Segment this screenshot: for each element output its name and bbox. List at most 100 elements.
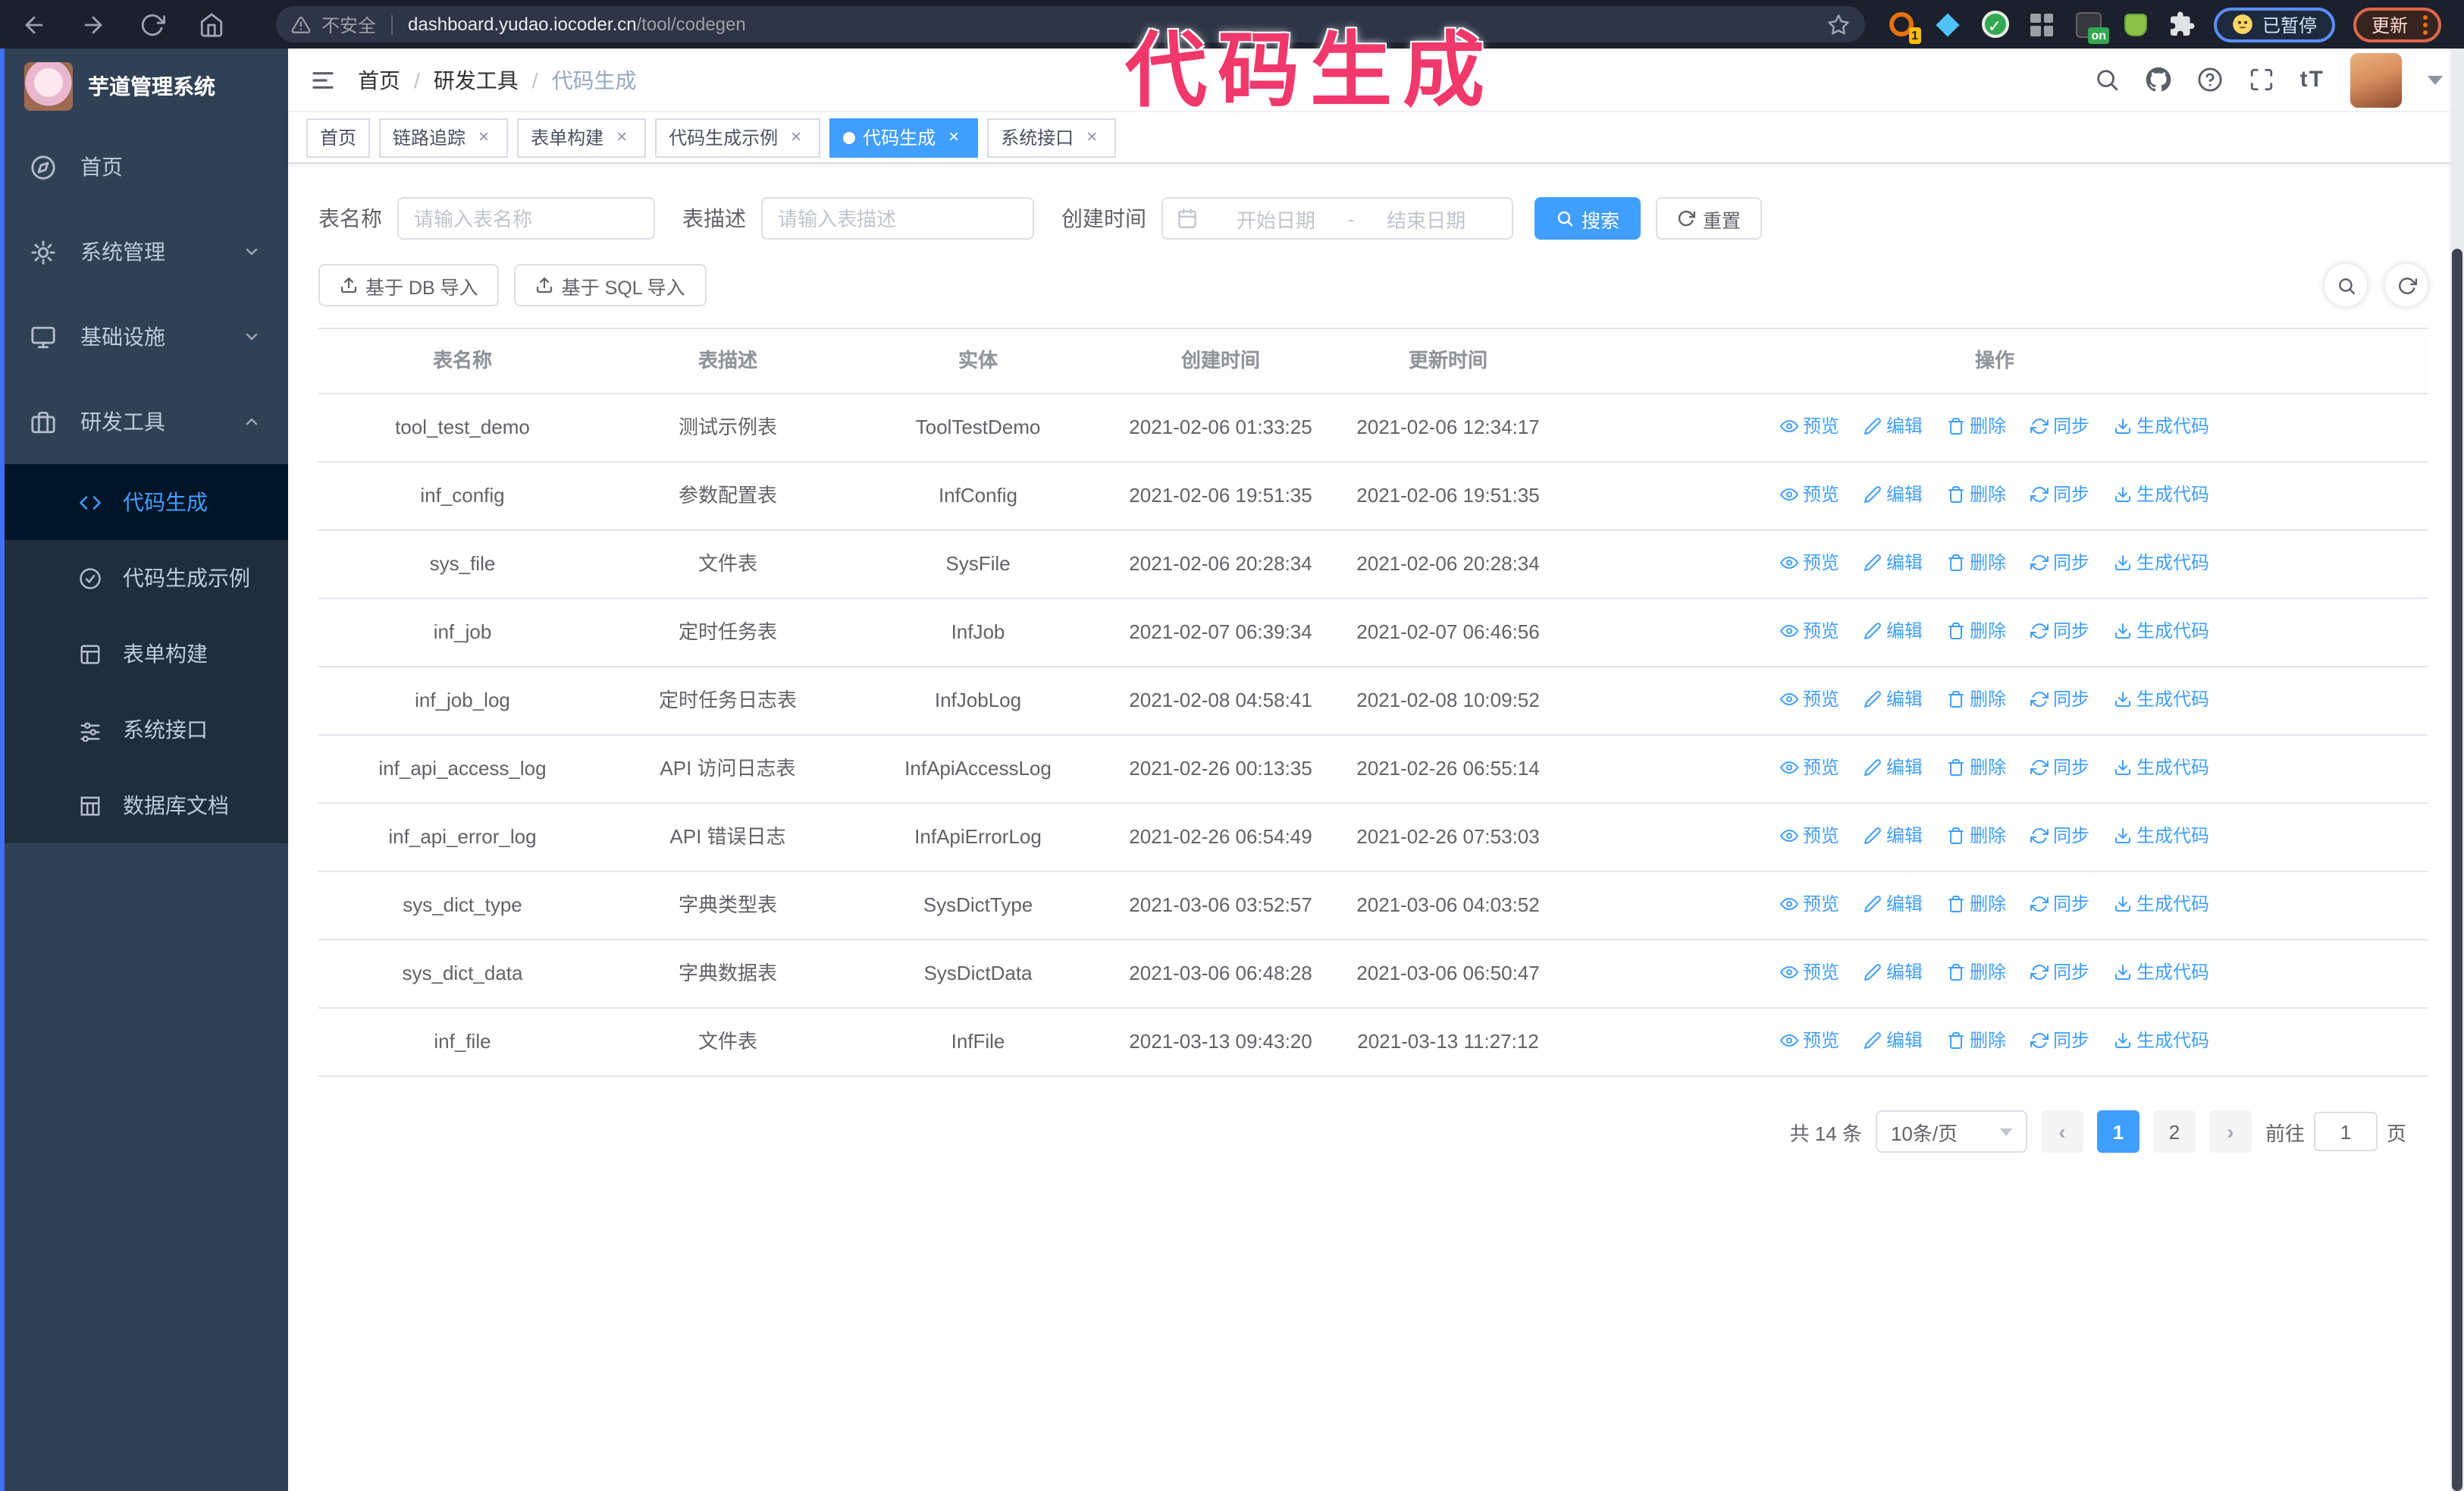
table-desc-input[interactable] xyxy=(761,197,1034,240)
tab-home[interactable]: 首页 xyxy=(306,118,371,157)
tab-system-api[interactable]: 系统接口 × xyxy=(987,118,1117,157)
action-generate[interactable]: 生成代码 xyxy=(2114,617,2209,645)
next-page-button[interactable]: › xyxy=(2209,1110,2252,1153)
avatar[interactable] xyxy=(2350,52,2402,107)
action-generate[interactable]: 生成代码 xyxy=(2114,413,2209,440)
page-button-2[interactable]: 2 xyxy=(2152,1110,2196,1153)
action-edit[interactable]: 编辑 xyxy=(1864,890,1923,918)
action-sync[interactable]: 同步 xyxy=(2030,754,2089,781)
action-edit[interactable]: 编辑 xyxy=(1864,1027,1923,1054)
tab-codegen[interactable]: 代码生成 × xyxy=(829,118,979,157)
action-preview[interactable]: 预览 xyxy=(1779,617,1839,645)
action-sync[interactable]: 同步 xyxy=(2030,959,2089,986)
action-sync[interactable]: 同步 xyxy=(2030,686,2089,713)
action-edit[interactable]: 编辑 xyxy=(1864,686,1923,713)
extension-switch-icon[interactable]: on xyxy=(2074,10,2109,43)
sidebar-item-dev-tools[interactable]: 研发工具 xyxy=(0,379,288,464)
action-preview[interactable]: 预览 xyxy=(1779,754,1839,781)
action-preview[interactable]: 预览 xyxy=(1779,822,1839,849)
scrollbar-thumb[interactable] xyxy=(2452,249,2462,1491)
action-sync[interactable]: 同步 xyxy=(2030,413,2089,440)
browser-update-button[interactable]: 更新 xyxy=(2353,7,2442,42)
security-label[interactable]: 不安全 xyxy=(321,11,376,37)
action-delete[interactable]: 删除 xyxy=(1947,481,2006,508)
close-icon[interactable]: × xyxy=(1081,126,1102,148)
action-edit[interactable]: 编辑 xyxy=(1864,481,1923,508)
action-edit[interactable]: 编辑 xyxy=(1864,754,1923,781)
extension-orange-icon[interactable]: 1 xyxy=(1886,10,1921,43)
action-delete[interactable]: 删除 xyxy=(1947,617,2006,645)
action-sync[interactable]: 同步 xyxy=(2030,890,2089,918)
home-icon[interactable] xyxy=(199,11,224,37)
sidebar-item-db-doc[interactable]: 数据库文档 xyxy=(0,767,288,843)
hamburger-icon[interactable] xyxy=(309,67,337,92)
action-sync[interactable]: 同步 xyxy=(2030,549,2089,576)
extension-grid-icon[interactable] xyxy=(2027,10,2056,39)
action-preview[interactable]: 预览 xyxy=(1779,686,1839,713)
close-icon[interactable]: × xyxy=(611,126,632,148)
reset-button[interactable]: 重置 xyxy=(1656,197,1763,240)
start-date-field[interactable]: 开始日期 xyxy=(1204,204,1348,233)
sidebar-item-codegen-example[interactable]: 代码生成示例 xyxy=(0,540,288,616)
action-delete[interactable]: 删除 xyxy=(1947,413,2006,440)
back-icon[interactable] xyxy=(21,11,47,37)
action-preview[interactable]: 预览 xyxy=(1779,959,1839,986)
sidebar-item-home[interactable]: 首页 xyxy=(0,124,288,209)
action-generate[interactable]: 生成代码 xyxy=(2114,686,2209,713)
action-delete[interactable]: 删除 xyxy=(1947,1027,2006,1054)
action-generate[interactable]: 生成代码 xyxy=(2114,754,2209,781)
table-name-input[interactable] xyxy=(397,197,655,240)
end-date-field[interactable]: 结束日期 xyxy=(1354,204,1498,233)
browser-menu-icon[interactable] xyxy=(2423,14,2428,34)
sidebar-item-infrastructure[interactable]: 基础设施 xyxy=(0,294,288,379)
action-preview[interactable]: 预览 xyxy=(1779,549,1839,576)
app-logo[interactable]: 芋道管理系统 xyxy=(0,49,288,124)
action-sync[interactable]: 同步 xyxy=(2030,481,2089,508)
bookmark-star-icon[interactable] xyxy=(1827,13,1850,36)
action-generate[interactable]: 生成代码 xyxy=(2114,1027,2209,1054)
address-bar[interactable]: 不安全 dashboard.yudao.iocoder.cn/tool/code… xyxy=(276,6,1865,42)
reload-icon[interactable] xyxy=(140,11,165,37)
action-generate[interactable]: 生成代码 xyxy=(2114,822,2209,849)
action-sync[interactable]: 同步 xyxy=(2030,1027,2089,1054)
tab-form-builder[interactable]: 表单构建 × xyxy=(517,118,647,157)
breadcrumb-home[interactable]: 首页 xyxy=(358,64,400,95)
action-edit[interactable]: 编辑 xyxy=(1864,617,1923,645)
action-delete[interactable]: 删除 xyxy=(1947,549,2006,576)
action-delete[interactable]: 删除 xyxy=(1947,754,2006,781)
action-generate[interactable]: 生成代码 xyxy=(2114,549,2209,576)
action-edit[interactable]: 编辑 xyxy=(1864,413,1923,440)
breadcrumb-dev-tools[interactable]: 研发工具 xyxy=(434,64,519,95)
action-delete[interactable]: 删除 xyxy=(1947,822,2006,849)
page-size-select[interactable]: 10条/页 xyxy=(1875,1110,2027,1153)
action-generate[interactable]: 生成代码 xyxy=(2114,481,2209,508)
tab-tracing[interactable]: 链路追踪 × xyxy=(379,118,509,157)
extension-check-icon[interactable]: ✓ xyxy=(1980,10,2009,39)
github-icon[interactable] xyxy=(2146,67,2171,93)
extensions-puzzle-icon[interactable] xyxy=(2168,11,2196,38)
action-edit[interactable]: 编辑 xyxy=(1864,959,1923,986)
font-size-icon[interactable]: tT xyxy=(2300,67,2324,93)
profile-paused-button[interactable]: 已暂停 xyxy=(2214,7,2336,42)
fullscreen-icon[interactable] xyxy=(2249,67,2274,93)
close-icon[interactable]: × xyxy=(785,126,807,148)
extension-diamond-icon[interactable] xyxy=(1933,10,1962,39)
action-generate[interactable]: 生成代码 xyxy=(2114,959,2209,986)
action-sync[interactable]: 同步 xyxy=(2030,617,2089,645)
close-icon[interactable]: × xyxy=(943,126,964,148)
action-preview[interactable]: 预览 xyxy=(1779,481,1839,508)
action-preview[interactable]: 预览 xyxy=(1779,1027,1839,1054)
import-sql-button[interactable]: 基于 SQL 导入 xyxy=(514,264,707,306)
refresh-table-button[interactable] xyxy=(2385,264,2428,306)
extension-robot-icon[interactable] xyxy=(2121,10,2150,39)
sidebar-item-system-api[interactable]: 系统接口 xyxy=(0,692,288,767)
page-button-1[interactable]: 1 xyxy=(2096,1110,2140,1153)
sidebar-item-form-builder[interactable]: 表单构建 xyxy=(0,616,288,692)
tab-codegen-example[interactable]: 代码生成示例 × xyxy=(655,118,821,157)
sidebar-item-system-management[interactable]: 系统管理 xyxy=(0,209,288,294)
action-preview[interactable]: 预览 xyxy=(1779,890,1839,918)
action-delete[interactable]: 删除 xyxy=(1947,686,2006,713)
help-icon[interactable] xyxy=(2197,67,2223,93)
action-delete[interactable]: 删除 xyxy=(1947,890,2006,918)
action-sync[interactable]: 同步 xyxy=(2030,822,2089,849)
